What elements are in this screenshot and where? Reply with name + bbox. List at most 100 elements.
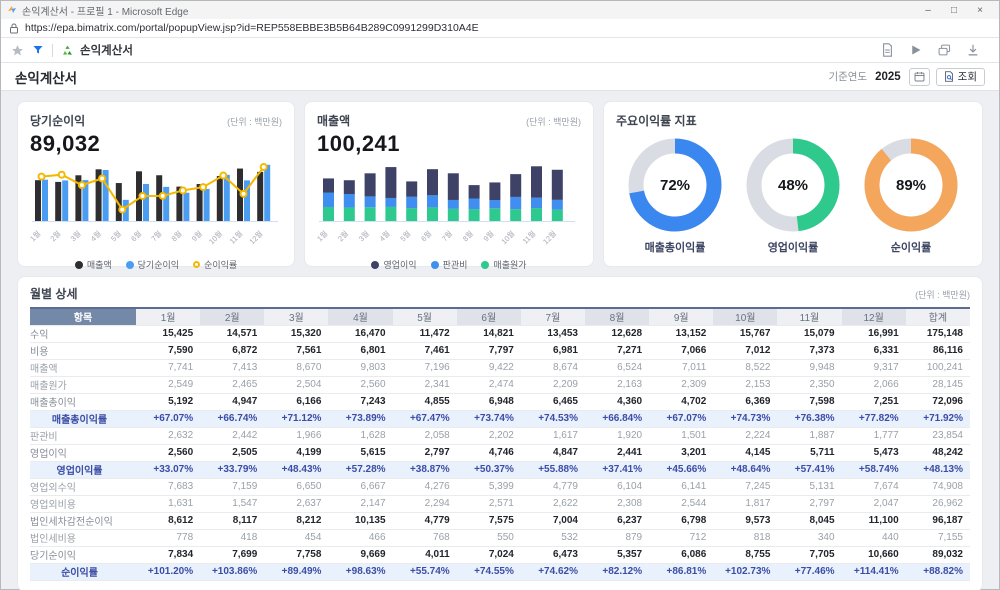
cell-value: +67.07% [649, 410, 713, 427]
cell-value: 818 [713, 529, 777, 546]
table-row: 매출총이익5,1924,9476,1667,2434,8556,9486,465… [30, 393, 970, 410]
cell-value: 8,755 [713, 546, 777, 563]
cell-value: 2,308 [585, 495, 649, 512]
cell-value: 7,461 [393, 342, 457, 359]
column-header: 4월 [328, 308, 392, 325]
svg-text:5월: 5월 [398, 228, 413, 243]
cell-value: 13,152 [649, 325, 713, 342]
cell-value: 2,797 [393, 444, 457, 461]
table-row: 비용7,5906,8727,5616,8017,4617,7976,9817,2… [30, 342, 970, 359]
row-label: 매출총이익 [30, 393, 136, 410]
revenue-legend: 영업이익판관비매출원가 [317, 258, 581, 271]
cell-value: 14,821 [457, 325, 521, 342]
dashboard-content: 당기순이익 (단위 : 백만원) 89,032 1월2월3월4월5월6월7월8월… [1, 91, 999, 589]
cell-value: 2,202 [457, 427, 521, 444]
cell-value: 4,276 [393, 478, 457, 495]
cell-value: 9,803 [328, 359, 392, 376]
donut-value: 48% [745, 137, 841, 233]
close-button[interactable]: × [967, 5, 993, 16]
cell-value: 4,855 [393, 393, 457, 410]
cell-value: +73.89% [328, 410, 392, 427]
cell-value: 6,650 [264, 478, 328, 495]
cell-value: 5,192 [136, 393, 200, 410]
document-icon[interactable] [881, 43, 894, 57]
cell-value: 6,872 [200, 342, 264, 359]
cell-value: 7,598 [777, 393, 841, 410]
svg-text:2월: 2월 [335, 228, 350, 243]
star-icon[interactable] [11, 44, 24, 57]
cell-value: 2,465 [200, 376, 264, 393]
maximize-button[interactable]: □ [941, 5, 967, 16]
url-bar[interactable]: https://epa.bimatrix.com/portal/popupVie… [1, 19, 999, 38]
download-icon[interactable] [967, 44, 979, 57]
window-copy-icon[interactable] [938, 44, 951, 57]
cell-value: +57.28% [328, 461, 392, 478]
cell-value: 712 [649, 529, 713, 546]
cell-value: 48,242 [906, 444, 970, 461]
cell-value: +48.13% [906, 461, 970, 478]
cell-value: 28,145 [906, 376, 970, 393]
donut-label: 순이익률 [891, 239, 931, 255]
cell-value: 879 [585, 529, 649, 546]
row-label: 영업외수익 [30, 478, 136, 495]
cell-value: 440 [842, 529, 906, 546]
column-header: 12월 [842, 308, 906, 325]
cell-value: 2,549 [136, 376, 200, 393]
column-header: 9월 [649, 308, 713, 325]
cell-value: 96,187 [906, 512, 970, 529]
cell-value: 5,399 [457, 478, 521, 495]
svg-text:9월: 9월 [189, 228, 204, 243]
search-button[interactable]: 조회 [936, 68, 985, 86]
cell-value: 6,141 [649, 478, 713, 495]
cell-value: 1,501 [649, 427, 713, 444]
cell-value: 5,615 [328, 444, 392, 461]
cell-value: 4,360 [585, 393, 649, 410]
minimize-button[interactable]: – [915, 5, 941, 16]
cell-value: 532 [521, 529, 585, 546]
svg-text:12월: 12월 [247, 228, 265, 246]
table-row: 영업이익률+33.07%+33.79%+48.43%+57.28%+38.87%… [30, 461, 970, 478]
table-row: 순이익률+101.20%+103.86%+89.49%+98.63%+55.74… [30, 563, 970, 580]
play-icon[interactable] [910, 44, 922, 56]
cell-value: +48.43% [264, 461, 328, 478]
cell-value: 340 [777, 529, 841, 546]
cell-value: 15,079 [777, 325, 841, 342]
svg-text:8월: 8월 [460, 228, 475, 243]
cell-value: 4,947 [200, 393, 264, 410]
cell-value: 8,045 [777, 512, 841, 529]
cell-value: 6,524 [585, 359, 649, 376]
cell-value: 6,801 [328, 342, 392, 359]
monthly-detail-section: 월별 상세 (단위 : 백만원) 항목1월2월3월4월5월6월7월8월9월10월… [17, 276, 983, 590]
cell-value: 1,920 [585, 427, 649, 444]
cell-value: 1,547 [200, 495, 264, 512]
cell-value: 6,465 [521, 393, 585, 410]
svg-text:3월: 3월 [68, 228, 83, 243]
table-row: 판관비2,6322,4421,9661,6282,0582,2021,6171,… [30, 427, 970, 444]
cell-value: 8,212 [264, 512, 328, 529]
column-header: 6월 [457, 308, 521, 325]
cell-value: +55.74% [393, 563, 457, 580]
cell-value: +86.81% [649, 563, 713, 580]
cell-value: +37.41% [585, 461, 649, 478]
cell-value: 6,473 [521, 546, 585, 563]
column-header: 8월 [585, 308, 649, 325]
cell-value: 8,674 [521, 359, 585, 376]
svg-text:12월: 12월 [540, 228, 558, 246]
revenue-unit: (단위 : 백만원) [526, 115, 581, 128]
cell-value: 16,991 [842, 325, 906, 342]
filter-icon[interactable] [32, 44, 44, 56]
row-label: 매출원가 [30, 376, 136, 393]
cell-value: 2,341 [393, 376, 457, 393]
cell-value: +74.55% [457, 563, 521, 580]
svg-text:1월: 1월 [317, 228, 329, 243]
cell-value: 1,966 [264, 427, 328, 444]
cell-value: +66.84% [585, 410, 649, 427]
page-security-icon [9, 23, 19, 34]
donut-chart-매출총이익률: 72%매출총이익률 [620, 137, 730, 255]
cell-value: 7,561 [264, 342, 328, 359]
svg-text:4월: 4월 [88, 228, 103, 243]
cell-value: 12,628 [585, 325, 649, 342]
calendar-button[interactable] [909, 68, 930, 86]
cell-value: 2,350 [777, 376, 841, 393]
cell-value: 7,004 [521, 512, 585, 529]
